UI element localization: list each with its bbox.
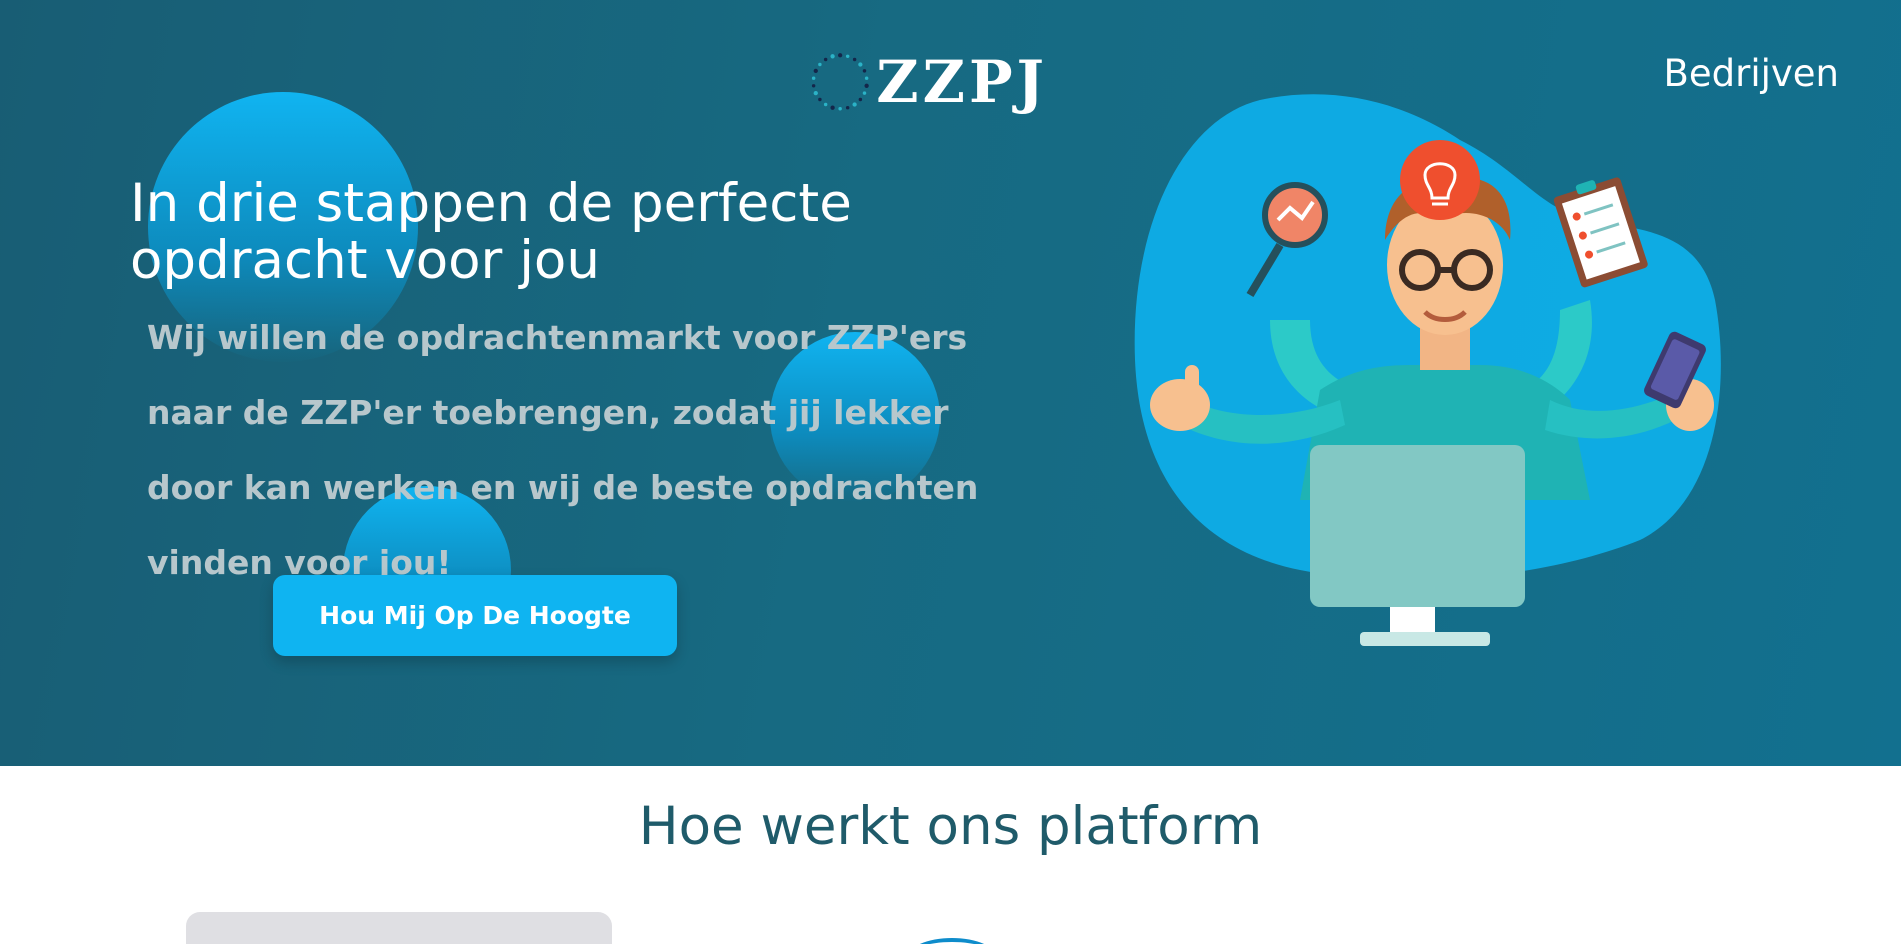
logo-dot <box>862 69 867 73</box>
logo-dot <box>837 53 843 58</box>
logo-ring-icon <box>811 53 869 111</box>
thumb <box>1185 365 1199 395</box>
logo-dot <box>858 62 863 67</box>
logo-dot <box>830 54 835 59</box>
logo-dot <box>813 90 818 96</box>
step-card <box>186 912 612 944</box>
logo-dot <box>864 76 869 80</box>
section-title: Hoe werkt ons platform <box>638 796 1263 857</box>
logo-dot <box>858 97 863 102</box>
logo-dot <box>818 97 822 102</box>
logo-dot <box>852 57 857 62</box>
hero-subtext: Wij willen de opdrachtenmarkt voor ZZP'e… <box>147 318 979 582</box>
logo-dot <box>811 76 816 80</box>
logo-dot <box>830 105 835 110</box>
logo-dot <box>818 62 822 67</box>
hero-headline: In drie stappen de perfecte opdracht voo… <box>130 173 852 291</box>
logo-text: ZZPJ <box>876 48 1048 116</box>
keep-me-updated-button[interactable]: Hou Mij Op De Hoogte <box>273 575 677 656</box>
logo-dot <box>823 57 828 62</box>
logo[interactable]: ZZPJ <box>808 32 1048 132</box>
logo-dot <box>823 102 828 107</box>
logo-dot <box>845 54 850 59</box>
logo-dot <box>838 107 842 111</box>
logo-dot <box>862 91 867 95</box>
hand-thumbs-up <box>1150 379 1210 431</box>
logo-dot <box>811 84 816 88</box>
logo-dot <box>864 83 869 88</box>
lightbulb-icon <box>1400 140 1480 220</box>
hero-section: ZZPJ Bedrijven In drie stappen de perfec… <box>0 0 1901 766</box>
computer-icon <box>1310 445 1525 646</box>
logo-dot <box>852 102 857 107</box>
step-circle <box>907 938 997 944</box>
logo-dot <box>845 105 850 110</box>
multitasking-person-illustration <box>1134 94 1721 646</box>
logo-dot <box>813 68 818 74</box>
